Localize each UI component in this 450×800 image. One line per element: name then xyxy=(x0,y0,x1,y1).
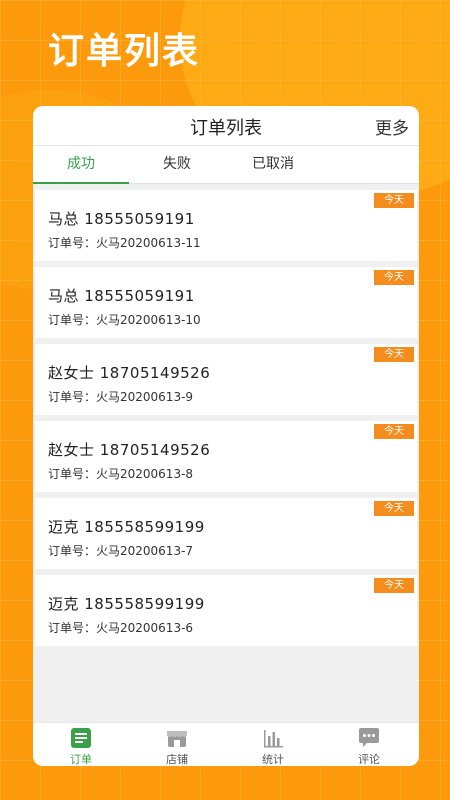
customer-name-phone: 迈克 185558599199 xyxy=(48,595,205,613)
customer-name-phone: 马总 18555059191 xyxy=(48,287,195,305)
tab-bar-label: 订单 xyxy=(70,753,92,766)
today-badge: 今天 xyxy=(374,270,414,285)
order-number: 订单号：火马20200613-7 xyxy=(48,544,194,558)
today-badge: 今天 xyxy=(374,193,414,208)
customer-name-phone: 赵女士 18705149526 xyxy=(48,364,211,382)
list-item[interactable]: 今天 马总 18555059191 订单号：火马20200613-10 xyxy=(35,267,417,338)
list-item[interactable]: 今天 赵女士 18705149526 订单号：火马20200613-9 xyxy=(35,344,417,415)
today-badge: 今天 xyxy=(374,501,414,516)
customer-name-phone: 迈克 185558599199 xyxy=(48,518,205,536)
tab-bar-item-statistics[interactable]: 统计 xyxy=(225,723,321,766)
list-item[interactable]: 今天 赵女士 18705149526 订单号：火马20200613-8 xyxy=(35,421,417,492)
list-item[interactable]: 今天 迈克 185558599199 订单号：火马20200613-6 xyxy=(35,575,417,646)
tab-failed[interactable]: 失败 xyxy=(129,146,225,184)
tab-bar-item-comments[interactable]: 评论 xyxy=(321,723,417,766)
page-title: 订单列表 xyxy=(190,118,262,139)
today-badge: 今天 xyxy=(374,578,414,593)
order-list-card: 订单列表 更多 成功 失败 已取消 今天 马总 18555059191 订单号：… xyxy=(33,106,419,766)
bar-chart-icon xyxy=(264,730,283,748)
order-number: 订单号：火马20200613-10 xyxy=(48,313,201,327)
store-icon xyxy=(167,731,187,747)
status-tabs: 成功 失败 已取消 xyxy=(33,146,419,184)
order-number: 订单号：火马20200613-11 xyxy=(48,236,201,250)
more-button[interactable]: 更多 xyxy=(375,114,409,139)
tab-bar-item-orders[interactable]: 订单 xyxy=(33,723,129,766)
tab-bar-label: 统计 xyxy=(262,753,284,766)
tab-success[interactable]: 成功 xyxy=(33,146,129,184)
hero-title: 订单列表 xyxy=(48,31,201,72)
tab-bar-item-store[interactable]: 店铺 xyxy=(129,723,225,766)
tab-bar-label: 评论 xyxy=(358,753,380,766)
order-list-icon xyxy=(71,728,91,748)
order-number: 订单号：火马20200613-9 xyxy=(48,390,194,404)
tab-cancelled[interactable]: 已取消 xyxy=(225,146,321,184)
bottom-tab-bar: 订单 店铺 统计 评论 xyxy=(33,722,419,766)
order-list[interactable]: 今天 马总 18555059191 订单号：火马20200613-11 今天 马… xyxy=(33,184,419,732)
card-header: 订单列表 更多 xyxy=(33,106,419,146)
order-number: 订单号：火马20200613-6 xyxy=(48,621,194,635)
customer-name-phone: 马总 18555059191 xyxy=(48,210,195,228)
comment-icon xyxy=(359,728,379,747)
today-badge: 今天 xyxy=(374,347,414,362)
list-item[interactable]: 今天 迈克 185558599199 订单号：火马20200613-7 xyxy=(35,498,417,569)
list-item[interactable]: 今天 马总 18555059191 订单号：火马20200613-11 xyxy=(35,190,417,261)
order-number: 订单号：火马20200613-8 xyxy=(48,467,194,481)
customer-name-phone: 赵女士 18705149526 xyxy=(48,441,211,459)
tab-bar-label: 店铺 xyxy=(166,753,188,766)
today-badge: 今天 xyxy=(374,424,414,439)
